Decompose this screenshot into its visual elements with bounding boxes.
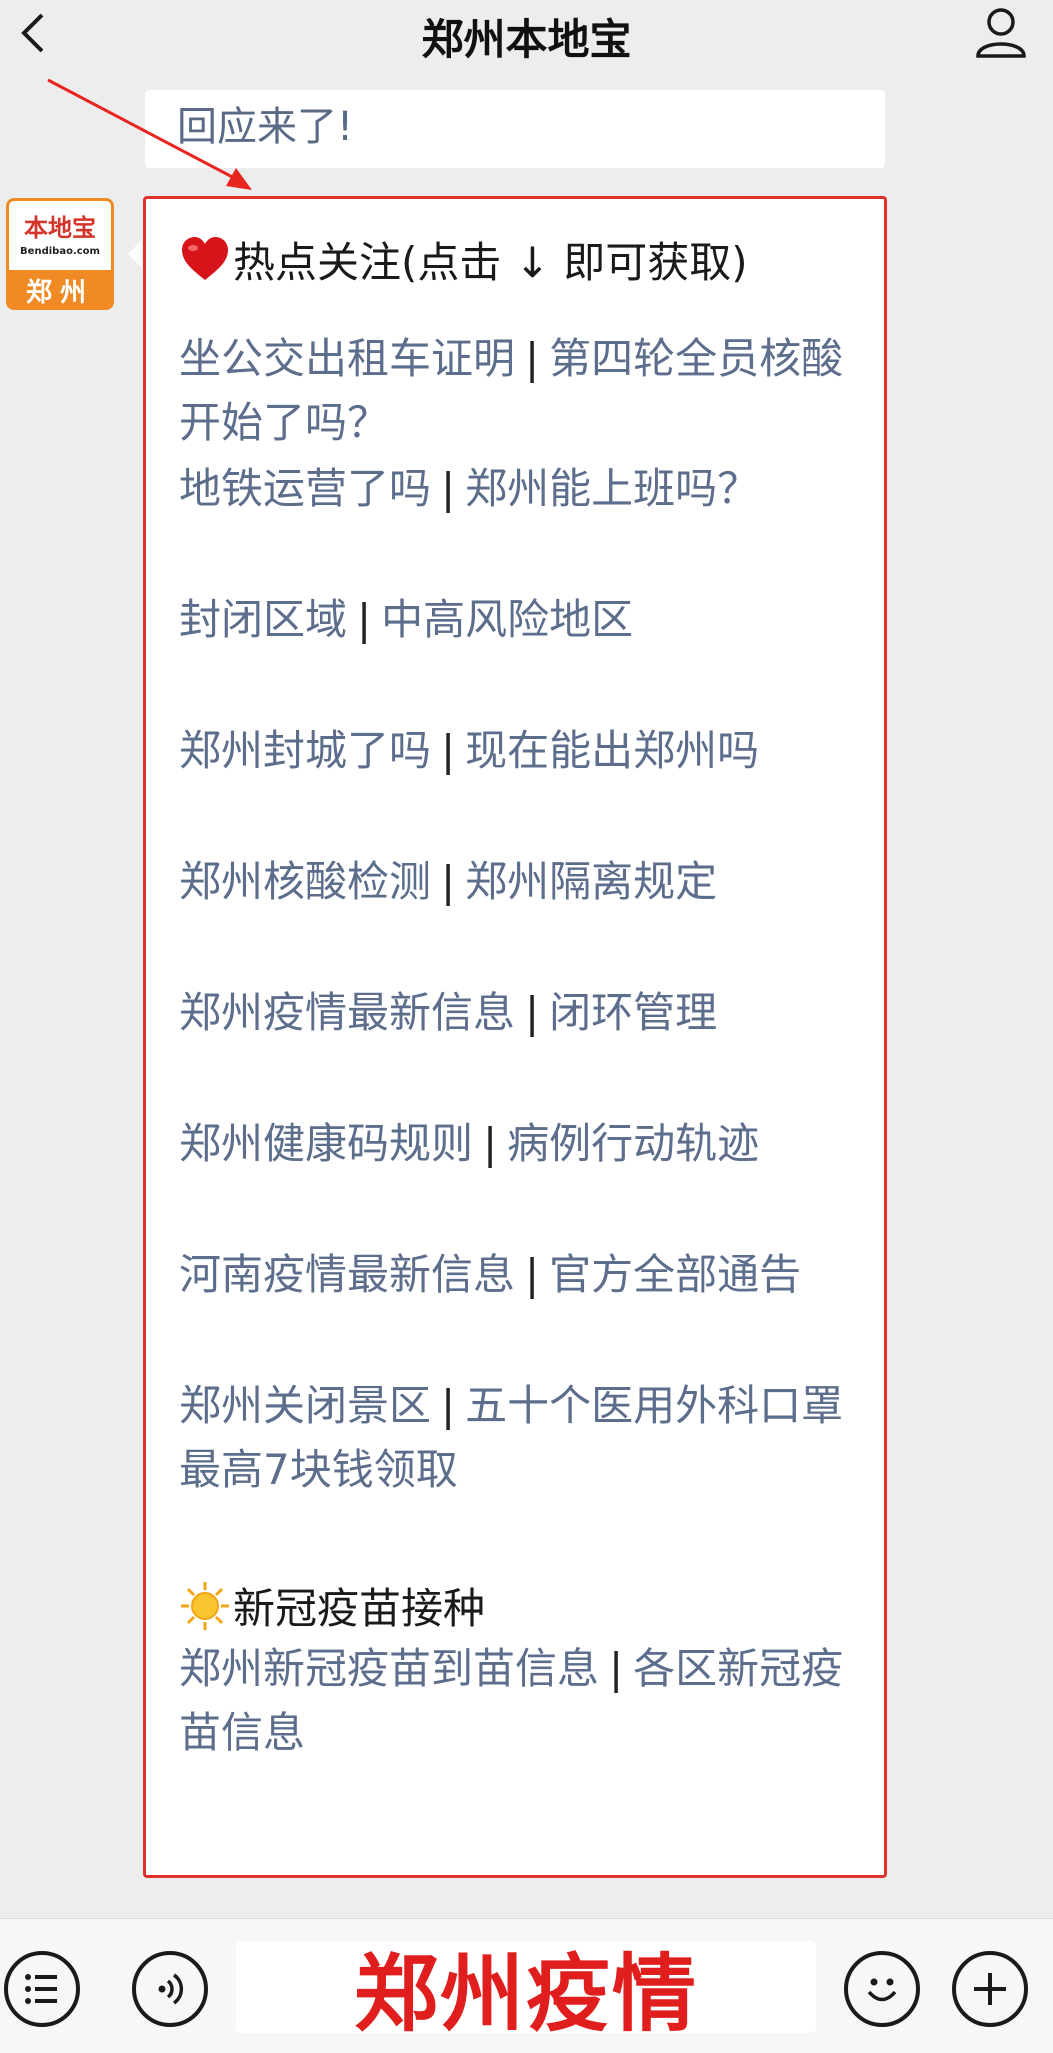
hot-topics-heading: 热点关注(点击 ↓ 即可获取) [179, 229, 748, 290]
list-item: 郑州封城了吗 | 现在能出郑州吗 [179, 719, 869, 783]
link-right[interactable]: 病例行动轨迹 [507, 1119, 759, 1168]
avatar-brand: 本地宝 [24, 214, 96, 242]
voice-icon [158, 1973, 184, 2005]
link-right[interactable]: 郑州能上班吗？ [465, 464, 759, 513]
add-button[interactable] [952, 1951, 1028, 2027]
bubble-tail [128, 240, 142, 268]
bottom-input-bar: 郑州疫情 [0, 1918, 1053, 2053]
menu-button[interactable] [4, 1951, 80, 2027]
link-left[interactable]: 郑州疫情最新信息 [179, 988, 515, 1037]
list-item: 郑州健康码规则 | 病例行动轨迹 [179, 1112, 869, 1176]
link-right[interactable]: 闭环管理 [549, 988, 717, 1037]
avatar[interactable]: 本地宝 Bendibao.com 郑州 [6, 198, 114, 310]
separator: | [525, 988, 540, 1037]
sun-icon [181, 1581, 229, 1630]
emoji-button[interactable] [844, 1951, 920, 2027]
separator: | [441, 1381, 456, 1430]
separator: | [609, 1644, 624, 1693]
link-left[interactable]: 坐公交出租车证明 [179, 334, 515, 383]
message-input[interactable]: 郑州疫情 [236, 1941, 816, 2043]
list-item: 郑州新冠疫苗到苗信息 | 各区新冠疫苗信息 [179, 1637, 869, 1765]
link-left[interactable]: 河南疫情最新信息 [179, 1250, 515, 1299]
person-icon [976, 8, 1026, 58]
separator: | [441, 464, 456, 513]
list-item: 河南疫情最新信息 | 官方全部通告 [179, 1243, 869, 1307]
link-right[interactable]: 官方全部通告 [549, 1250, 801, 1299]
list-item: 坐公交出租车证明 | 第四轮全员核酸开始了吗？ [179, 327, 869, 455]
vaccine-heading-text: 新冠疫苗接种 [233, 1584, 486, 1633]
link-right[interactable]: 中高风险地区 [381, 595, 633, 644]
page-title: 郑州本地宝 [421, 15, 632, 64]
list-item: 郑州疫情最新信息 | 闭环管理 [179, 981, 869, 1045]
list-item: 郑州核酸检测 | 郑州隔离规定 [179, 850, 869, 914]
list-menu-icon [25, 1974, 57, 2004]
link-right[interactable]: 郑州隔离规定 [465, 857, 717, 906]
top-bar: 郑州本地宝 [0, 0, 1053, 64]
separator: | [441, 726, 456, 775]
link-left[interactable]: 地铁运营了吗 [179, 464, 431, 513]
link-left[interactable]: 郑州关闭景区 [179, 1381, 431, 1430]
profile-button[interactable] [971, 4, 1031, 60]
separator: | [441, 857, 456, 906]
link-left[interactable]: 封闭区域 [179, 595, 347, 644]
link-right[interactable]: 现在能出郑州吗 [465, 726, 759, 775]
previous-message-text: 回应来了! [177, 104, 354, 150]
link-left[interactable]: 郑州封城了吗 [179, 726, 431, 775]
smiley-icon [867, 1978, 897, 2002]
previous-message-bubble: 回应来了! [145, 90, 885, 168]
plus-icon [974, 1973, 1006, 2005]
separator: | [357, 595, 372, 644]
heading-text: 热点关注(点击 ↓ 即可获取) [233, 238, 748, 287]
separator: | [525, 334, 540, 383]
link-left[interactable]: 郑州健康码规则 [179, 1119, 473, 1168]
list-item: 郑州关闭景区 | 五十个医用外科口罩最高7块钱领取 [179, 1374, 869, 1502]
link-left[interactable]: 郑州新冠疫苗到苗信息 [179, 1644, 599, 1693]
avatar-url: Bendibao.com [20, 246, 100, 257]
heart-icon [182, 236, 228, 280]
vaccine-heading: 新冠疫苗接种 [179, 1575, 485, 1636]
avatar-city: 郑州 [25, 278, 94, 308]
link-left[interactable]: 郑州核酸检测 [179, 857, 431, 906]
separator: | [525, 1250, 540, 1299]
input-text: 郑州疫情 [353, 1944, 698, 2043]
message-bubble: 热点关注(点击 ↓ 即可获取) 坐公交出租车证明 | 第四轮全员核酸开始了吗？ 地铁… [143, 196, 887, 1878]
voice-button[interactable] [132, 1951, 208, 2027]
separator: | [483, 1119, 498, 1168]
list-item: 封闭区域 | 中高风险地区 [179, 588, 869, 652]
list-item: 地铁运营了吗 | 郑州能上班吗？ [179, 457, 869, 521]
